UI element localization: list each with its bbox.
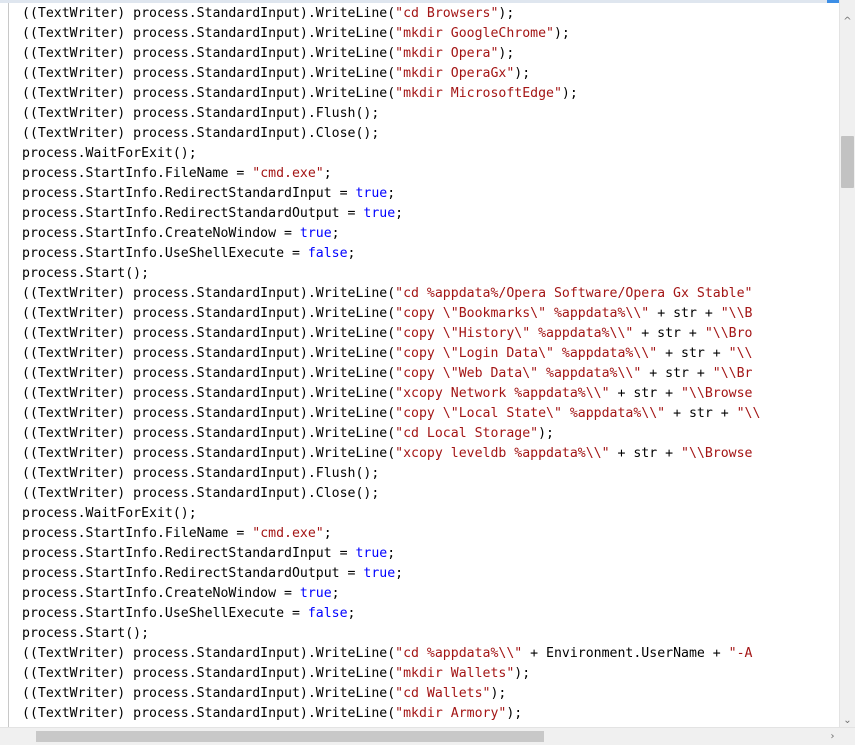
code-viewer-window: ((TextWriter) process.StandardInput).Wri… — [0, 0, 855, 745]
code-line: process.StartInfo.FileName = "cmd.exe"; — [22, 526, 332, 541]
code-editor[interactable]: ((TextWriter) process.StandardInput).Wri… — [22, 4, 840, 726]
code-line: ((TextWriter) process.StandardInput).Wri… — [22, 446, 753, 461]
code-line: process.StartInfo.CreateNoWindow = true; — [22, 586, 340, 601]
code-line: ((TextWriter) process.StandardInput).Wri… — [22, 6, 515, 21]
code-line: ((TextWriter) process.StandardInput).Wri… — [22, 706, 523, 721]
chevron-right-icon[interactable]: › — [824, 728, 841, 745]
code-line: ((TextWriter) process.StandardInput).Wri… — [22, 286, 753, 301]
code-line: process.WaitForExit(); — [22, 506, 197, 521]
code-line: ((TextWriter) process.StandardInput).Wri… — [22, 346, 753, 361]
code-line: ((TextWriter) process.StandardInput).Flu… — [22, 466, 380, 481]
code-line: process.Start(); — [22, 266, 150, 281]
code-line: ((TextWriter) process.StandardInput).Flu… — [22, 106, 380, 121]
code-line: ((TextWriter) process.StandardInput).Wri… — [22, 26, 570, 41]
code-line: process.StartInfo.FileName = "cmd.exe"; — [22, 166, 332, 181]
code-line: process.Start(); — [22, 626, 150, 641]
editor-gutter — [0, 3, 9, 728]
code-line: process.StartInfo.CreateNoWindow = true; — [22, 226, 340, 241]
code-line: ((TextWriter) process.StandardInput).Wri… — [22, 326, 753, 341]
horizontal-scroll-thumb[interactable] — [36, 731, 544, 742]
code-line: ((TextWriter) process.StandardInput).Wri… — [22, 46, 515, 61]
code-line: process.StartInfo.RedirectStandardInput … — [22, 186, 396, 201]
chevron-up-icon[interactable]: ^ — [840, 14, 855, 29]
code-line: ((TextWriter) process.StandardInput).Wri… — [22, 386, 753, 401]
vertical-scrollbar[interactable]: ^ ⌄ — [839, 0, 855, 728]
code-line: ((TextWriter) process.StandardInput).Clo… — [22, 126, 380, 141]
code-line: ((TextWriter) process.StandardInput).Wri… — [22, 366, 753, 381]
code-line: ((TextWriter) process.StandardInput).Wri… — [22, 66, 531, 81]
vertical-scroll-thumb[interactable] — [841, 136, 854, 188]
code-line: ((TextWriter) process.StandardInput).Clo… — [22, 486, 380, 501]
code-line: ((TextWriter) process.StandardInput).Wri… — [22, 686, 507, 701]
code-line: ((TextWriter) process.StandardInput).Wri… — [22, 306, 753, 321]
code-line: ((TextWriter) process.StandardInput).Wri… — [22, 86, 578, 101]
code-line: process.StartInfo.UseShellExecute = fals… — [22, 606, 356, 621]
code-line: ((TextWriter) process.StandardInput).Wri… — [22, 666, 531, 681]
code-line: process.StartInfo.RedirectStandardInput … — [22, 546, 396, 561]
horizontal-scrollbar[interactable]: › — [0, 727, 855, 745]
code-line: process.StartInfo.RedirectStandardOutput… — [22, 566, 404, 581]
code-line: process.StartInfo.RedirectStandardOutput… — [22, 206, 404, 221]
code-line: process.StartInfo.UseShellExecute = fals… — [22, 246, 356, 261]
code-line: ((TextWriter) process.StandardInput).Wri… — [22, 406, 761, 421]
code-line: ((TextWriter) process.StandardInput).Wri… — [22, 646, 753, 661]
chevron-down-icon[interactable]: ⌄ — [840, 713, 855, 728]
top-border — [0, 0, 855, 3]
code-line: process.WaitForExit(); — [22, 146, 197, 161]
code-line: ((TextWriter) process.StandardInput).Wri… — [22, 426, 554, 441]
